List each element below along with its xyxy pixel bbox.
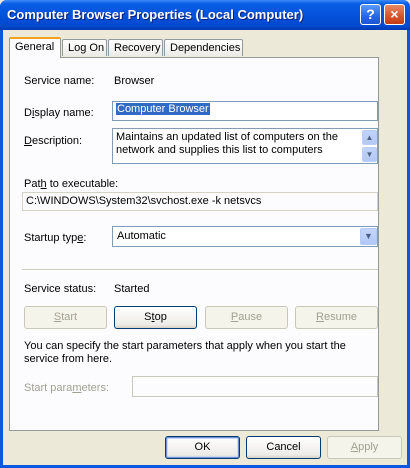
startup-type-dropdown-button[interactable]: ▼ [360, 228, 377, 245]
tab-dependencies[interactable]: Dependencies [164, 39, 243, 56]
tab-general[interactable]: General [9, 37, 61, 58]
close-icon: × [390, 6, 399, 22]
service-status-value: Started [114, 283, 150, 295]
service-name-label: Service name: [24, 75, 95, 87]
help-button[interactable]: ? [360, 4, 381, 25]
tab-recovery[interactable]: Recovery [108, 39, 163, 56]
help-icon: ? [366, 6, 375, 22]
title-bar[interactable]: Computer Browser Properties (Local Compu… [0, 0, 410, 30]
path-value: C:\WINDOWS\System32\svchost.exe -k netsv… [26, 195, 262, 207]
tab-log-on[interactable]: Log On [62, 39, 107, 56]
scroll-up-icon: ▲ [365, 133, 374, 142]
start-params-input[interactable] [132, 376, 378, 397]
description-scroll-up[interactable]: ▲ [362, 130, 377, 145]
apply-button[interactable]: Apply [327, 436, 402, 459]
stop-button[interactable]: Stop [114, 306, 197, 329]
description-value: Maintains an updated list of computers o… [116, 131, 338, 156]
description-field[interactable]: Maintains an updated list of computers o… [112, 128, 378, 164]
cancel-button[interactable]: Cancel [246, 436, 321, 459]
display-name-label: Display name: [24, 107, 94, 119]
resume-button[interactable]: Resume [295, 306, 378, 329]
startup-type-select[interactable]: Automatic [112, 226, 378, 247]
start-params-label: Start parameters: [24, 382, 109, 394]
service-status-label: Service status: [24, 283, 97, 295]
scroll-down-icon: ▼ [365, 150, 374, 159]
startup-type-value: Automatic [117, 230, 166, 242]
close-button[interactable]: × [384, 4, 405, 25]
description-label: Description: [24, 135, 83, 147]
display-name-field[interactable]: Computer Browser [112, 101, 378, 121]
path-label: Path to executable: [24, 178, 119, 190]
pause-button[interactable]: Pause [205, 306, 288, 329]
start-button[interactable]: Start [24, 306, 107, 329]
start-params-info: You can specify the start parameters tha… [24, 340, 346, 365]
display-name-value: Computer Browser [116, 103, 210, 115]
ok-button[interactable]: OK [165, 436, 240, 459]
window-title: Computer Browser Properties (Local Compu… [7, 7, 304, 22]
service-name-value: Browser [114, 75, 155, 87]
chevron-down-icon: ▼ [364, 231, 373, 241]
dialog-client: General Log On Recovery Dependencies Ser… [3, 30, 407, 465]
startup-type-label: Startup type: [24, 232, 87, 244]
properties-window: Computer Browser Properties (Local Compu… [0, 0, 410, 468]
divider [22, 269, 378, 270]
path-field: C:\WINDOWS\System32\svchost.exe -k netsv… [22, 192, 378, 211]
description-scroll-down[interactable]: ▼ [362, 147, 377, 162]
general-panel: Service name: Browser Display name: Comp… [9, 57, 379, 431]
